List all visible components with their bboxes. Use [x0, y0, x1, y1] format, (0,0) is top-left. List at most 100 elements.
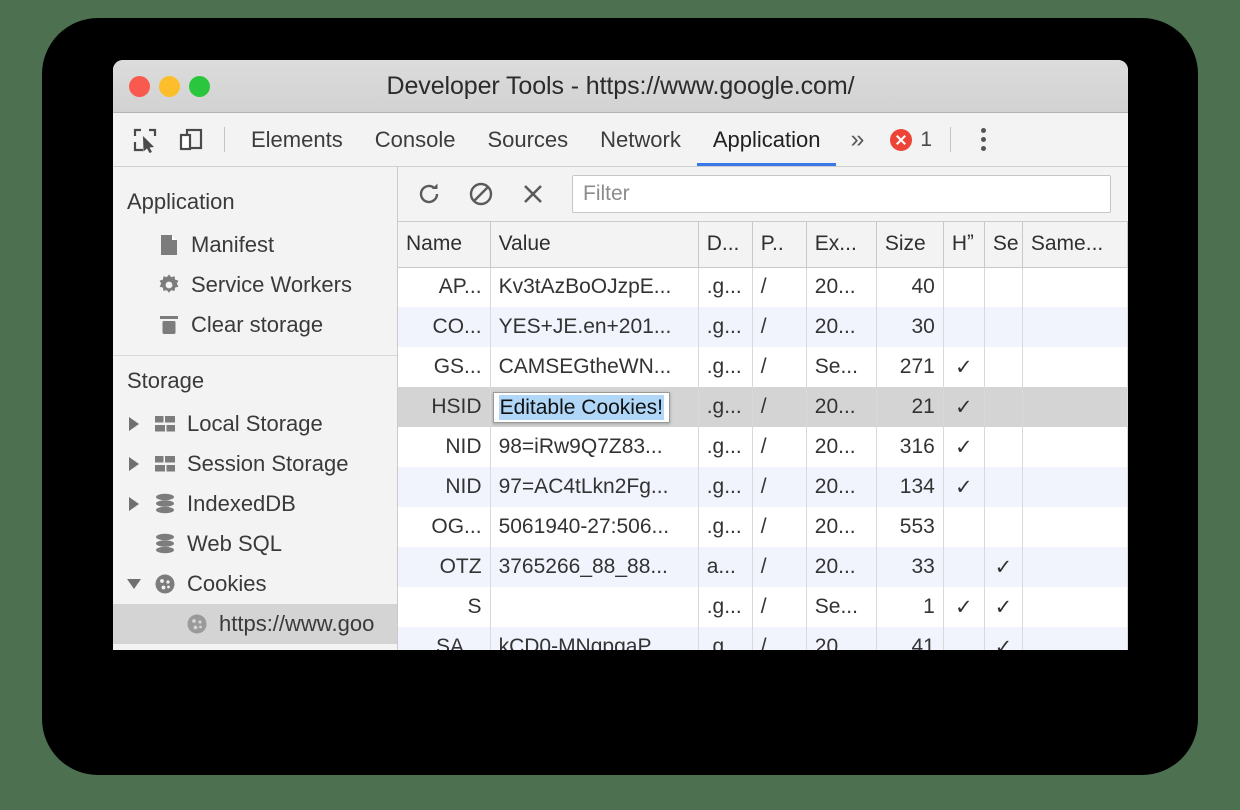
- tab-application[interactable]: Application: [697, 113, 837, 166]
- cell-value[interactable]: YES+JE.en+201...: [490, 307, 698, 347]
- column-header-domain[interactable]: D...: [698, 222, 752, 267]
- cell-value[interactable]: [490, 587, 698, 627]
- cell-expires: Se...: [806, 587, 876, 627]
- table-row[interactable]: OTZ3765266_88_88...a.../20...33✓: [398, 547, 1128, 587]
- table-row[interactable]: AP...Kv3tAzBoOJzpE....g.../20...40: [398, 267, 1128, 307]
- column-header-httponly[interactable]: Hˮ: [943, 222, 984, 267]
- cell-expires: 20...: [806, 467, 876, 507]
- table-body: AP...Kv3tAzBoOJzpE....g.../20...40CO...Y…: [398, 267, 1128, 650]
- table-row[interactable]: OG...5061940-27:506....g.../20...553: [398, 507, 1128, 547]
- column-header-samesite[interactable]: Same...: [1022, 222, 1127, 267]
- cell-domain: .g...: [698, 307, 752, 347]
- application-panel: Application Manifest Service Workers: [113, 167, 1128, 650]
- column-header-name[interactable]: Name: [398, 222, 490, 267]
- column-header-expires[interactable]: Ex...: [806, 222, 876, 267]
- sidebar-section-application: Application: [113, 181, 397, 225]
- value-editor[interactable]: Editable Cookies!: [493, 392, 670, 423]
- cell-value[interactable]: kCD0-MNgpgaP...: [490, 627, 698, 650]
- tab-console[interactable]: Console: [359, 113, 472, 166]
- sidebar-item-cookie-origin[interactable]: https://www.goo: [113, 604, 397, 644]
- column-header-value[interactable]: Value: [490, 222, 698, 267]
- sidebar-item-manifest[interactable]: Manifest: [113, 225, 397, 265]
- cell-expires: 20...: [806, 427, 876, 467]
- cell-path: /: [752, 587, 806, 627]
- cell-samesite: [1022, 627, 1127, 650]
- table-row[interactable]: NID97=AC4tLkn2Fg....g.../20...134✓: [398, 467, 1128, 507]
- column-header-size[interactable]: Size: [876, 222, 943, 267]
- application-sidebar: Application Manifest Service Workers: [113, 167, 398, 650]
- cell-name: OG...: [398, 507, 490, 547]
- cell-value[interactable]: 98=iRw9Q7Z83...: [490, 427, 698, 467]
- cell-size: 134: [876, 467, 943, 507]
- devtools-tab-bar: Elements Console Sources Network Applica…: [113, 113, 1128, 167]
- cell-path: /: [752, 627, 806, 650]
- cell-size: 30: [876, 307, 943, 347]
- chevron-right-icon[interactable]: [127, 416, 143, 432]
- sidebar-section-storage: Storage: [113, 360, 397, 404]
- sidebar-item-clear-storage[interactable]: Clear storage: [113, 305, 397, 345]
- table-row[interactable]: GS...CAMSEGtheWN....g.../Se...271✓: [398, 347, 1128, 387]
- cell-secure: [984, 467, 1022, 507]
- table-icon: [153, 452, 177, 476]
- table-row[interactable]: HSIDEditable Cookies!.g.../20...21✓: [398, 387, 1128, 427]
- chevron-down-icon[interactable]: [127, 576, 143, 592]
- cookie-icon: [153, 572, 177, 596]
- cell-value[interactable]: 3765266_88_88...: [490, 547, 698, 587]
- kebab-menu-icon[interactable]: [961, 113, 1005, 166]
- device-toolbar-icon[interactable]: [168, 113, 214, 166]
- sidebar-item-indexeddb[interactable]: IndexedDB: [113, 484, 397, 524]
- cell-value[interactable]: Editable Cookies!: [490, 387, 698, 427]
- inspect-cursor-icon[interactable]: [122, 113, 168, 166]
- cell-name: SA...: [398, 627, 490, 650]
- cell-domain: a...: [698, 547, 752, 587]
- cell-domain: .g...: [698, 427, 752, 467]
- refresh-icon[interactable]: [412, 177, 446, 211]
- error-badge[interactable]: 1: [878, 113, 940, 166]
- filter-input[interactable]: [572, 175, 1111, 213]
- cell-httponly: [943, 267, 984, 307]
- tab-sources[interactable]: Sources: [471, 113, 584, 166]
- tab-elements[interactable]: Elements: [235, 113, 359, 166]
- sidebar-item-label: Session Storage: [187, 451, 348, 477]
- cell-domain: .g...: [698, 267, 752, 307]
- column-header-path[interactable]: P..: [752, 222, 806, 267]
- column-header-secure[interactable]: Sе: [984, 222, 1022, 267]
- table-row[interactable]: SA...kCD0-MNgpgaP....g.../20...41✓: [398, 627, 1128, 650]
- table-row[interactable]: NID98=iRw9Q7Z83....g.../20...316✓: [398, 427, 1128, 467]
- sidebar-item-web-sql[interactable]: Web SQL: [113, 524, 397, 564]
- cookies-data-grid[interactable]: Name Value D... P.. Ex... Size Hˮ Sе Sam…: [398, 222, 1128, 650]
- tab-label: Console: [375, 127, 456, 153]
- cell-httponly: ✓: [943, 427, 984, 467]
- trash-icon: [157, 313, 181, 337]
- clear-all-icon[interactable]: [464, 177, 498, 211]
- cell-path: /: [752, 547, 806, 587]
- cell-httponly: ✓: [943, 587, 984, 627]
- cell-domain: .g...: [698, 507, 752, 547]
- toolbar-divider: [224, 127, 225, 152]
- sidebar-item-local-storage[interactable]: Local Storage: [113, 404, 397, 444]
- tab-overflow-button[interactable]: »: [836, 113, 878, 166]
- table-row[interactable]: S.g.../Se...1✓✓: [398, 587, 1128, 627]
- cell-secure: [984, 427, 1022, 467]
- cell-size: 21: [876, 387, 943, 427]
- cell-value[interactable]: 97=AC4tLkn2Fg...: [490, 467, 698, 507]
- chevron-right-icon[interactable]: [127, 456, 143, 472]
- table-icon: [153, 412, 177, 436]
- cell-httponly: [943, 507, 984, 547]
- table-row[interactable]: CO...YES+JE.en+201....g.../20...30: [398, 307, 1128, 347]
- cell-secure: [984, 347, 1022, 387]
- delete-icon[interactable]: [516, 177, 550, 211]
- sidebar-item-cookies[interactable]: Cookies: [113, 564, 397, 604]
- cell-value[interactable]: CAMSEGtheWN...: [490, 347, 698, 387]
- chevron-right-icon[interactable]: [127, 496, 143, 512]
- cookie-icon: [185, 612, 209, 636]
- cell-name: OTZ: [398, 547, 490, 587]
- cell-name: GS...: [398, 347, 490, 387]
- cell-secure: [984, 387, 1022, 427]
- sidebar-item-session-storage[interactable]: Session Storage: [113, 444, 397, 484]
- sidebar-item-service-workers[interactable]: Service Workers: [113, 265, 397, 305]
- tab-network[interactable]: Network: [584, 113, 697, 166]
- cell-value[interactable]: Kv3tAzBoOJzpE...: [490, 267, 698, 307]
- cell-value[interactable]: 5061940-27:506...: [490, 507, 698, 547]
- document-icon: [157, 233, 181, 257]
